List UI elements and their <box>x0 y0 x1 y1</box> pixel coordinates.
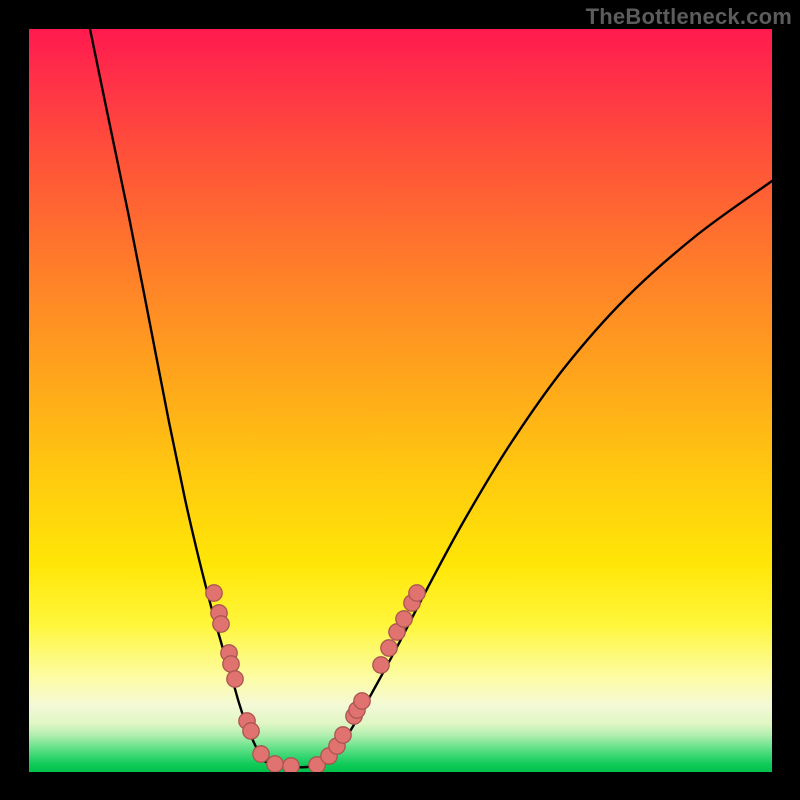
curve-svg <box>29 29 772 772</box>
curve-markers <box>206 585 425 772</box>
marker-dot <box>381 640 397 656</box>
marker-dot <box>223 656 239 672</box>
marker-dot <box>243 723 259 739</box>
marker-dot <box>335 727 351 743</box>
marker-dot <box>283 758 299 772</box>
marker-dot <box>227 671 243 687</box>
marker-dot <box>206 585 222 601</box>
marker-dot <box>409 585 425 601</box>
marker-dot <box>253 746 269 762</box>
watermark-text: TheBottleneck.com <box>586 4 792 30</box>
chart-frame: TheBottleneck.com <box>0 0 800 800</box>
marker-dot <box>354 693 370 709</box>
marker-dot <box>373 657 389 673</box>
marker-dot <box>396 611 412 627</box>
v-curve <box>90 29 772 767</box>
marker-dot <box>213 616 229 632</box>
marker-dot <box>267 756 283 772</box>
plot-area <box>29 29 772 772</box>
